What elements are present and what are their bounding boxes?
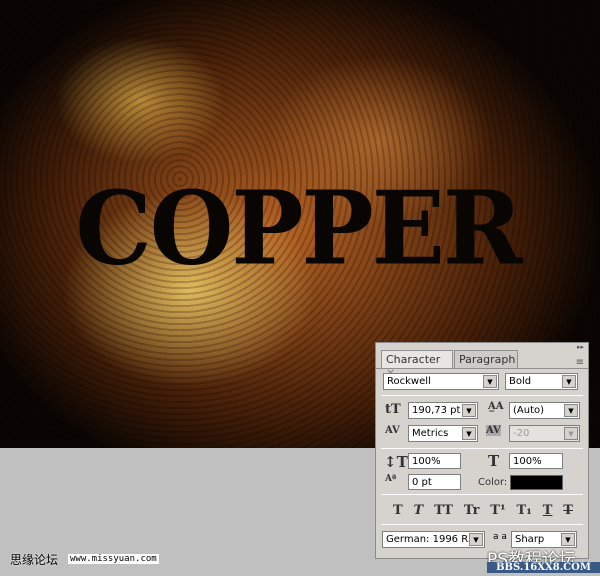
chevron-down-icon: ▼ xyxy=(462,427,476,440)
antialias-icon: a a xyxy=(493,532,507,542)
watermark-site-cn: 思缘论坛 xyxy=(10,553,59,567)
color-label: Color: xyxy=(478,477,508,488)
copper-text-layer[interactable]: COPPER xyxy=(58,169,538,288)
horizontal-scale-input[interactable]: 100% xyxy=(509,453,563,469)
tab-label: Character xyxy=(386,353,441,366)
language-value: German: 1996 R... xyxy=(386,534,478,545)
chevron-down-icon: ▼ xyxy=(564,427,578,440)
character-panel: ▸▸ Character × Paragraph ≡ Rockwell ▼ Bol… xyxy=(375,342,589,559)
chevron-down-icon: ▼ xyxy=(469,533,483,546)
leading-dropdown[interactable]: (Auto) ▼ xyxy=(509,402,580,419)
underline-button[interactable]: T xyxy=(543,503,553,518)
font-style-dropdown[interactable]: Bold ▼ xyxy=(505,373,578,390)
small-caps-button[interactable]: Tr xyxy=(464,503,480,518)
font-style-value: Bold xyxy=(509,376,532,387)
divider xyxy=(381,494,583,495)
divider xyxy=(381,448,583,449)
chevron-down-icon: ▼ xyxy=(462,404,476,417)
tracking-dropdown[interactable]: -20 ▼ xyxy=(509,425,580,442)
vertical-scale-icon: ↕T xyxy=(384,453,408,471)
font-size-value: 190,73 pt xyxy=(412,405,461,416)
leading-icon: A̲A xyxy=(488,401,504,412)
faux-italic-button[interactable]: T xyxy=(414,503,424,518)
subscript-button[interactable]: T₁ xyxy=(517,503,532,518)
color-swatch[interactable] xyxy=(510,475,563,490)
tracking-value: -20 xyxy=(513,428,530,439)
language-dropdown[interactable]: German: 1996 R... ▼ xyxy=(382,531,485,548)
baseline-shift-icon: Aª xyxy=(385,474,397,484)
type-style-buttons: T T TT Tr T¹ T₁ T T xyxy=(393,503,573,518)
font-size-icon: tT xyxy=(385,402,401,417)
panel-menu-icon[interactable]: ≡ xyxy=(576,357,584,368)
font-family-value: Rockwell xyxy=(387,376,431,387)
chevron-down-icon: ▼ xyxy=(564,404,578,417)
font-size-dropdown[interactable]: 190,73 pt ▼ xyxy=(408,402,478,419)
divider xyxy=(381,395,583,396)
antialias-value: Sharp xyxy=(515,534,545,545)
divider xyxy=(381,524,583,525)
strikethrough-button[interactable]: T xyxy=(563,503,573,518)
font-family-dropdown[interactable]: Rockwell ▼ xyxy=(383,373,499,390)
chevron-down-icon: ▼ xyxy=(483,375,497,388)
faux-bold-button[interactable]: T xyxy=(393,503,403,518)
collapse-icon[interactable]: ▸▸ xyxy=(577,343,584,351)
tracking-icon: AV xyxy=(486,425,501,436)
tab-character[interactable]: Character × xyxy=(381,350,453,379)
watermark-site-url: www.missyuan.com xyxy=(68,554,159,564)
baseline-shift-input[interactable]: 0 pt xyxy=(408,474,461,490)
chevron-down-icon: ▼ xyxy=(562,375,576,388)
kerning-dropdown[interactable]: Metrics ▼ xyxy=(408,425,478,442)
all-caps-button[interactable]: TT xyxy=(434,503,453,518)
kerning-icon: AV xyxy=(385,425,400,436)
tab-paragraph[interactable]: Paragraph xyxy=(454,350,518,368)
superscript-button[interactable]: T¹ xyxy=(490,503,505,518)
watermark-ps-url: BBS.16XX8.COM xyxy=(487,562,600,573)
kerning-value: Metrics xyxy=(412,428,449,439)
leading-value: (Auto) xyxy=(513,405,545,416)
horizontal-scale-icon: T xyxy=(488,452,500,470)
vertical-scale-input[interactable]: 100% xyxy=(408,453,461,469)
